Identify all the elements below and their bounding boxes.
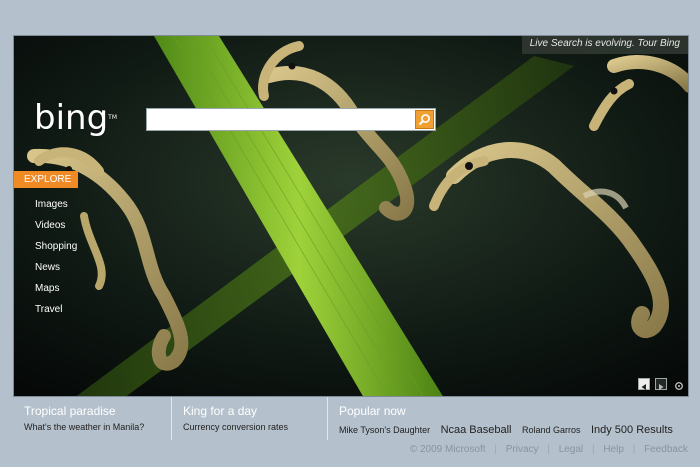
footer-separator: | (632, 444, 636, 455)
footer: © 2009 Microsoft | Privacy | Legal | Hel… (410, 444, 688, 455)
previous-image-icon (641, 384, 646, 390)
popular-item[interactable]: Ncaa Baseball (441, 424, 512, 436)
footer-link-legal[interactable]: Legal (559, 444, 583, 455)
explore-label: EXPLORE (14, 171, 78, 188)
hotspot-title[interactable]: Tropical paradise (24, 404, 116, 418)
hotspot-link[interactable]: What's the weather in Manila? (24, 422, 144, 432)
popular-now-list: Mike Tyson's Daughter Ncaa Baseball Rola… (339, 420, 679, 438)
footer-separator: | (547, 444, 550, 455)
nav-item-maps[interactable]: Maps (35, 278, 77, 299)
search-box (146, 108, 436, 131)
search-input[interactable] (147, 109, 415, 130)
popular-item[interactable]: Roland Garros (522, 425, 581, 435)
tour-bing-link[interactable]: Live Search is evolving. Tour Bing (521, 36, 688, 54)
footer-link-help[interactable]: Help (603, 444, 624, 455)
popular-item[interactable]: Mike Tyson's Daughter (339, 425, 430, 435)
hotspot-title[interactable]: King for a day (183, 404, 257, 418)
footer-link-privacy[interactable]: Privacy (506, 444, 539, 455)
nav-item-images[interactable]: Images (35, 194, 77, 215)
bing-homepage: Live Search is evolving. Tour Bing bingT… (0, 0, 700, 467)
info-icon (675, 382, 683, 390)
popular-now-title: Popular now (339, 404, 406, 418)
nav-item-travel[interactable]: Travel (35, 299, 77, 320)
hero-image: Live Search is evolving. Tour Bing bingT… (13, 35, 689, 397)
nav-item-shopping[interactable]: Shopping (35, 236, 77, 257)
popular-now: Popular now Mike Tyson's Daughter Ncaa B… (327, 397, 689, 440)
hotspot-link[interactable]: Currency conversion rates (183, 422, 288, 432)
copyright: © 2009 Microsoft (409, 444, 486, 455)
search-button[interactable] (415, 110, 434, 129)
image-info-button[interactable] (674, 378, 686, 390)
nav-item-videos[interactable]: Videos (35, 215, 77, 236)
hotspot-strip: Tropical paradise What's the weather in … (13, 397, 689, 440)
search-icon (418, 114, 430, 126)
trademark-mark: TM (108, 114, 118, 121)
footer-separator: | (591, 444, 595, 455)
explore-nav: Images Videos Shopping News Maps Travel (35, 194, 77, 320)
footer-link-feedback[interactable]: Feedback (644, 444, 688, 455)
bing-logo-text: bing (34, 98, 109, 138)
next-image-button[interactable] (655, 378, 667, 390)
bing-logo[interactable]: bingTM (34, 98, 117, 138)
popular-item[interactable]: Indy 500 Results (591, 424, 673, 436)
seahorse-background-image (14, 36, 688, 396)
hotspot-king-for-a-day: King for a day Currency conversion rates (171, 397, 327, 440)
footer-separator: | (494, 444, 497, 455)
hotspot-tropical-paradise: Tropical paradise What's the weather in … (13, 397, 171, 440)
previous-image-button[interactable] (638, 378, 650, 390)
next-image-icon (659, 384, 664, 390)
nav-item-news[interactable]: News (35, 257, 77, 278)
